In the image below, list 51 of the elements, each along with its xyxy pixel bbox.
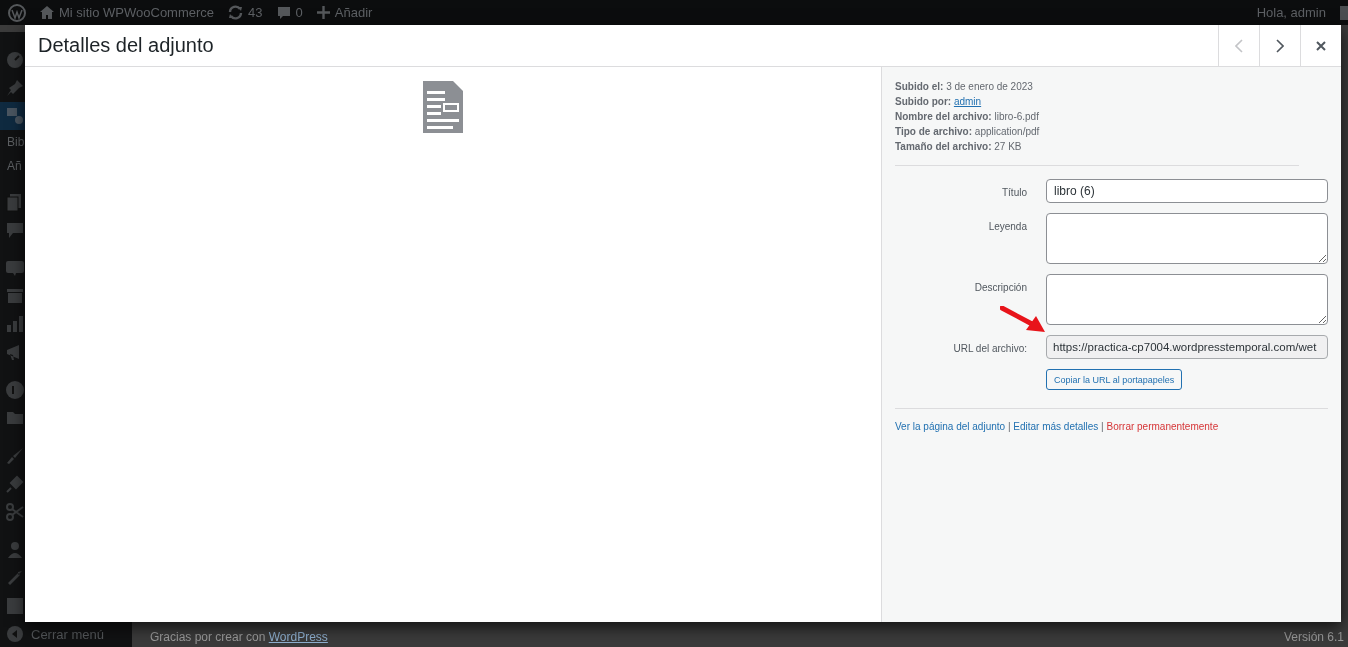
greeting-link[interactable]: Hola, admin [1256, 5, 1326, 20]
pin-icon[interactable] [5, 78, 25, 98]
file-info-line: Nombre del archivo: libro-6.pdf [895, 110, 1040, 124]
scissors-icon[interactable] [5, 502, 25, 522]
box-icon[interactable] [5, 286, 25, 306]
wordpress-link[interactable]: WordPress [268, 630, 328, 644]
copy-url-button[interactable]: Copiar la URL al portapapeles [1046, 369, 1183, 390]
speech-bubble-icon[interactable] [5, 220, 25, 240]
user-icon[interactable] [5, 540, 25, 560]
comments-count[interactable]: 0 [295, 5, 303, 20]
title-field[interactable]: libro (6) [1046, 179, 1328, 203]
file-info-line: Subido el: 3 de enero de 2023 [895, 80, 1034, 94]
version-text: Versión 6.1 [1283, 630, 1344, 644]
field-label: Leyenda [987, 220, 1027, 232]
collapse-icon[interactable] [7, 626, 23, 642]
modal-title: Detalles del adjunto [37, 34, 215, 57]
circle-icon[interactable] [5, 380, 25, 400]
updates-count[interactable]: 43 [248, 5, 263, 20]
refresh-icon [228, 5, 244, 20]
close-button[interactable] [1300, 25, 1341, 66]
bar-chart-icon[interactable] [5, 314, 25, 334]
plus-icon [316, 6, 330, 19]
media-icon[interactable] [5, 106, 25, 126]
author-link[interactable]: admin [953, 96, 982, 107]
woo-icon[interactable] [5, 258, 25, 278]
footer-text: Gracias por crear con WordPress [150, 630, 328, 644]
wordpress-logo-icon[interactable] [8, 3, 26, 22]
field-label: Descripción [973, 281, 1027, 293]
gauge-icon[interactable] [5, 50, 25, 70]
text-area[interactable] [1046, 213, 1328, 264]
square-icon[interactable] [5, 596, 25, 616]
avatar[interactable] [1340, 5, 1348, 20]
home-icon [40, 6, 54, 19]
file-info-line: Tamaño del archivo: 27 KB [895, 140, 1023, 154]
file-info-line: Tipo de archivo: application/pdf [895, 125, 1041, 139]
action-link[interactable]: Editar más detalles [1013, 421, 1099, 432]
text-area[interactable] [1046, 274, 1328, 325]
field-label: URL del archivo: [952, 342, 1027, 354]
annotation-arrow [1000, 306, 1046, 334]
separator: | [1101, 421, 1104, 432]
close-icon [1316, 40, 1326, 51]
url-field[interactable]: https://practica-cp7004.wordpresstemporal.com/wet [1046, 335, 1328, 359]
document-icon [423, 81, 463, 133]
action-link[interactable]: Ver la página del adjunto [895, 421, 1006, 432]
separator: | [1007, 421, 1011, 432]
file-info-line: Subido por: admin [895, 95, 983, 109]
delete-link[interactable]: Borrar permanentemente [1106, 421, 1219, 432]
field-label: Título [1001, 186, 1027, 198]
new-link[interactable]: Añadir [334, 5, 373, 20]
site-name-link[interactable]: Mi sitio WPWooCommerce [59, 5, 215, 20]
comment-icon [276, 5, 291, 20]
